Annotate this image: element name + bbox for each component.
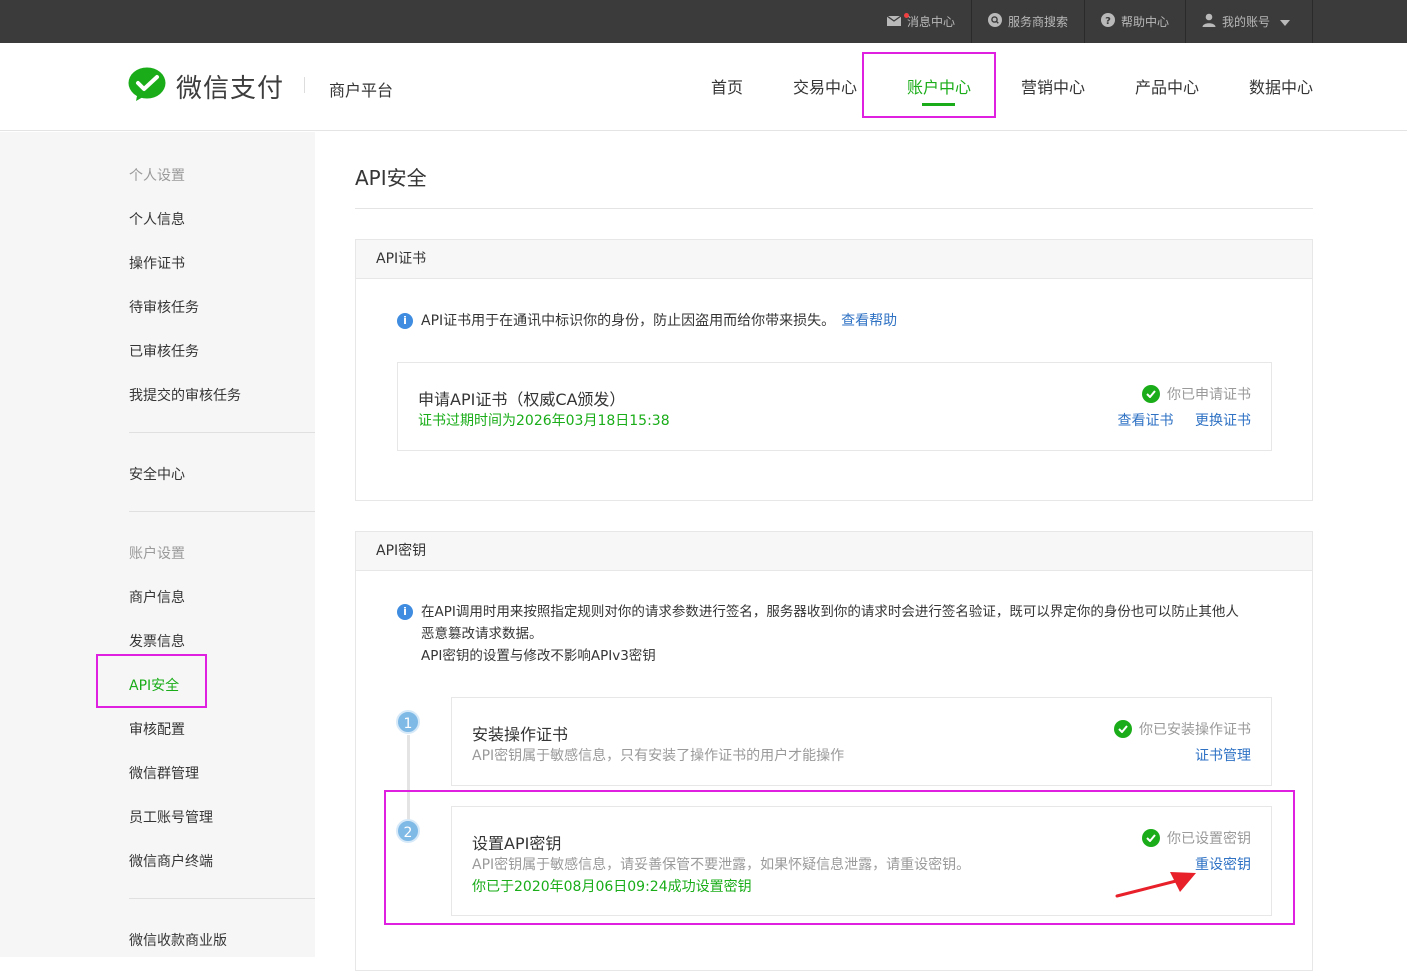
install-cert-title: 安装操作证书 — [472, 725, 569, 744]
provider-search-link[interactable]: 服务商搜索 — [970, 0, 1084, 43]
sidebar-item-merchant-info[interactable]: 商户信息 — [129, 587, 185, 607]
message-center-label: 消息中心 — [906, 15, 955, 29]
nav-data[interactable]: 数据中心 — [1249, 74, 1313, 98]
api-cert-panel: API证书 i API证书用于在通讯中标识你的身份，防止因盗用而给你带来损失。 … — [355, 239, 1313, 501]
svg-text:?: ? — [1105, 16, 1111, 27]
sidebar-item-wechat-group[interactable]: 微信群管理 — [129, 763, 199, 783]
sidebar-item-invoice-info[interactable]: 发票信息 — [129, 631, 185, 651]
info-icon: i — [397, 313, 413, 329]
install-cert-step-box: 安装操作证书 API密钥属于敏感信息，只有安装了操作证书的用户才能操作 你已安装… — [451, 697, 1272, 786]
sidebar-item-pending-review[interactable]: 待审核任务 — [129, 297, 199, 317]
help-center-label: 帮助中心 — [1120, 15, 1169, 29]
install-cert-status: 你已安装操作证书 — [1114, 719, 1251, 739]
sidebar-item-staff-accounts[interactable]: 员工账号管理 — [129, 807, 213, 827]
sidebar-group-account: 账户设置 — [129, 546, 185, 562]
api-key-info-text: 在API调用时用来按照指定规则对你的请求参数进行签名，服务器收到你的请求时会进行… — [421, 601, 1239, 667]
user-icon — [1202, 13, 1222, 30]
view-cert-link[interactable]: 查看证书 — [1118, 413, 1174, 429]
sidebar-item-reviewed[interactable]: 已审核任务 — [129, 341, 199, 361]
api-cert-box-title: 申请API证书（权威CA颁发） — [418, 390, 626, 409]
message-center-link[interactable]: 消息中心 — [871, 0, 971, 43]
title-divider — [355, 208, 1313, 209]
page-title: API安全 — [355, 166, 427, 190]
cert-status: 你已申请证书 — [1142, 384, 1251, 404]
api-key-info-line3: API密钥的设置与修改不影响APIv3密钥 — [421, 648, 656, 664]
api-key-info-line2: 恶意篡改请求数据。 — [421, 626, 543, 642]
provider-search-label: 服务商搜索 — [1007, 15, 1068, 29]
sidebar-item-security-center[interactable]: 安全中心 — [129, 464, 185, 484]
top-utility-bar: 消息中心 服务商搜索 ? 帮助中心 我的账号 — [0, 0, 1407, 43]
sidebar-divider — [129, 511, 315, 512]
my-account-label: 我的账号 — [1221, 15, 1270, 29]
wechat-pay-logo-icon — [128, 67, 166, 105]
api-cert-box: 申请API证书（权威CA颁发） 证书过期时间为2026年03月18日15:38 … — [397, 362, 1272, 451]
nav-transactions[interactable]: 交易中心 — [793, 74, 857, 98]
wechat-pay-logo[interactable]: 微信支付 — [128, 67, 284, 105]
api-key-info: i 在API调用时用来按照指定规则对你的请求参数进行签名，服务器收到你的请求时会… — [397, 601, 1277, 667]
help-center-link[interactable]: ? 帮助中心 — [1083, 0, 1185, 43]
cert-management-link[interactable]: 证书管理 — [1195, 748, 1251, 764]
nav-marketing[interactable]: 营销中心 — [1021, 74, 1085, 98]
main-header: 微信支付 商户平台 首页 交易中心 账户中心 营销中心 产品中心 数据中心 — [0, 43, 1407, 131]
help-icon: ? — [1100, 13, 1121, 30]
utility-nav: 消息中心 服务商搜索 ? 帮助中心 我的账号 — [871, 0, 1313, 43]
cert-expiry-text: 证书过期时间为2026年03月18日15:38 — [418, 413, 670, 429]
my-account-menu[interactable]: 我的账号 — [1184, 0, 1313, 43]
api-key-panel-title: API密钥 — [356, 532, 1312, 571]
api-cert-info: i API证书用于在通讯中标识你的身份，防止因盗用而给你带来损失。 查看帮助 — [397, 310, 897, 332]
logo-divider — [304, 77, 305, 93]
highlight-account-center — [862, 52, 996, 118]
nav-products[interactable]: 产品中心 — [1135, 74, 1199, 98]
check-circle-icon — [1142, 385, 1160, 403]
check-circle-icon — [1114, 720, 1132, 738]
install-cert-actions: 证书管理 — [1178, 745, 1251, 765]
install-cert-status-text: 你已安装操作证书 — [1139, 722, 1251, 738]
info-icon: i — [397, 604, 413, 620]
sidebar-divider — [129, 898, 315, 899]
search-circle-icon — [987, 13, 1008, 30]
platform-name: 商户平台 — [329, 81, 394, 100]
sidebar-group-personal: 个人设置 — [129, 168, 185, 184]
cert-status-text: 你已申请证书 — [1167, 387, 1251, 403]
api-cert-panel-title: API证书 — [356, 240, 1312, 279]
sidebar-item-merchant-terminal[interactable]: 微信商户终端 — [129, 851, 213, 871]
replace-cert-link[interactable]: 更换证书 — [1195, 413, 1251, 429]
sidebar-item-operation-cert[interactable]: 操作证书 — [129, 253, 185, 273]
sidebar-item-business-edition[interactable]: 微信收款商业版 — [129, 930, 227, 950]
sidebar-item-review-config[interactable]: 审核配置 — [129, 719, 185, 739]
annotation-arrow-icon — [1115, 872, 1196, 898]
sidebar: 个人设置 个人信息 操作证书 待审核任务 已审核任务 我提交的审核任务 安全中心… — [0, 132, 315, 957]
sidebar-divider — [129, 432, 315, 433]
chevron-down-icon — [1280, 15, 1296, 29]
cert-actions: 查看证书 更换证书 — [1101, 410, 1251, 430]
view-help-link[interactable]: 查看帮助 — [841, 310, 897, 332]
step-number-1: 1 — [396, 710, 420, 734]
api-key-info-line1: 在API调用时用来按照指定规则对你的请求参数进行签名，服务器收到你的请求时会进行… — [421, 604, 1239, 620]
brand-name: 微信支付 — [176, 73, 285, 104]
highlight-set-key-step — [384, 790, 1295, 925]
api-cert-info-text: API证书用于在通讯中标识你的身份，防止因盗用而给你带来损失。 — [421, 313, 836, 329]
sidebar-item-personal-info[interactable]: 个人信息 — [129, 209, 185, 229]
mail-icon — [886, 12, 909, 29]
install-cert-desc: API密钥属于敏感信息，只有安装了操作证书的用户才能操作 — [472, 748, 845, 764]
nav-home[interactable]: 首页 — [711, 74, 743, 98]
highlight-api-security — [96, 654, 207, 708]
sidebar-item-my-submitted[interactable]: 我提交的审核任务 — [129, 385, 241, 405]
